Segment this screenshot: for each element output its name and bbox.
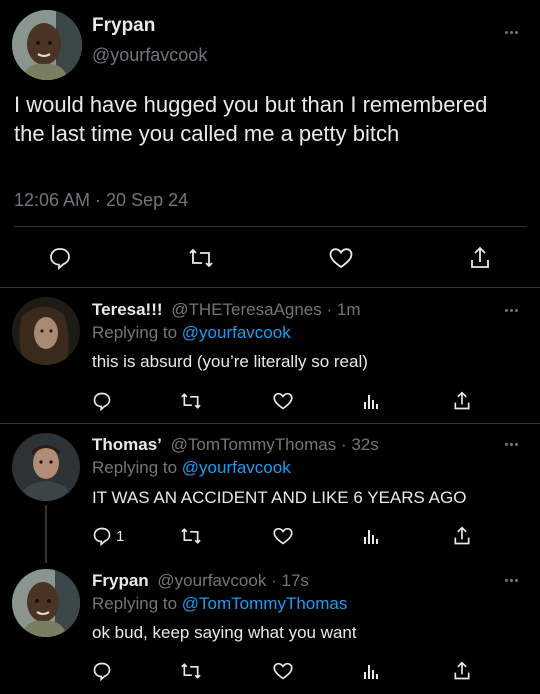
share-button[interactable] — [452, 660, 472, 682]
reply-header: Thomas’ @TomTommyThomas · 32s — [92, 435, 379, 455]
share-button[interactable] — [468, 245, 492, 271]
share-icon — [468, 245, 492, 271]
like-icon — [328, 246, 354, 270]
reply-icon — [92, 526, 112, 546]
reply-icon — [92, 391, 112, 411]
like-icon — [272, 526, 294, 546]
separator: · — [340, 435, 347, 454]
more-options-icon[interactable] — [505, 31, 518, 34]
separator: · — [326, 300, 333, 319]
reply-button[interactable]: 1 — [92, 526, 124, 546]
replying-to-handle[interactable]: @TomTommyThomas — [182, 594, 348, 613]
retweet-button[interactable] — [180, 391, 202, 411]
like-button[interactable] — [328, 246, 354, 270]
share-icon — [452, 525, 472, 547]
more-options-icon[interactable] — [505, 309, 518, 312]
action-divider — [14, 226, 526, 227]
like-icon — [272, 391, 294, 411]
analytics-button[interactable] — [362, 526, 380, 546]
share-button[interactable] — [452, 525, 472, 547]
thread-line — [45, 505, 47, 563]
retweet-icon — [188, 246, 214, 270]
reply-button[interactable] — [48, 246, 72, 270]
replying-label: Replying to — [92, 323, 178, 342]
avatar[interactable] — [12, 10, 82, 80]
divider — [0, 423, 540, 424]
reply-time[interactable]: 1m — [337, 300, 361, 319]
like-button[interactable] — [272, 526, 294, 546]
more-options-icon[interactable] — [505, 579, 518, 582]
more-options-icon[interactable] — [505, 443, 518, 446]
reply-time[interactable]: 17s — [281, 571, 308, 590]
avatar[interactable] — [12, 433, 80, 501]
reply-count: 1 — [116, 527, 125, 545]
reply-icon — [92, 661, 112, 681]
reply-button[interactable] — [92, 661, 118, 681]
like-icon — [272, 661, 294, 681]
separator: · — [271, 571, 277, 590]
tweet-text: I would have hugged you but than I remem… — [14, 92, 488, 146]
replying-label: Replying to — [92, 594, 178, 613]
display-name[interactable]: Teresa!!! — [92, 300, 163, 319]
share-icon — [452, 390, 472, 412]
retweet-button[interactable] — [180, 661, 202, 681]
tweet-timestamp: 12:06 AM · 20 Sep 24 — [14, 190, 189, 210]
avatar[interactable] — [12, 569, 80, 637]
retweet-button[interactable] — [188, 246, 214, 270]
analytics-button[interactable] — [362, 661, 380, 681]
divider — [0, 287, 540, 288]
retweet-icon — [180, 526, 202, 546]
reply-header: Teresa!!! @THETeresaAgnes · 1m — [92, 300, 361, 320]
like-button[interactable] — [272, 661, 294, 681]
reply-text: this is absurd (you’re literally so real… — [92, 352, 368, 371]
share-icon — [452, 660, 472, 682]
reply-button[interactable] — [92, 391, 118, 411]
reply-header: Frypan @yourfavcook · 17s — [92, 571, 309, 591]
retweet-button[interactable] — [180, 526, 202, 546]
analytics-icon — [362, 526, 380, 546]
avatar[interactable] — [12, 297, 80, 365]
share-button[interactable] — [452, 390, 472, 412]
handle[interactable]: @TomTommyThomas — [171, 435, 337, 454]
retweet-icon — [180, 661, 202, 681]
handle[interactable]: @yourfavcook — [92, 45, 207, 66]
replying-to: Replying to @yourfavcook — [92, 458, 291, 478]
analytics-icon — [362, 661, 380, 681]
handle[interactable]: @THETeresaAgnes — [171, 300, 322, 319]
replying-to: Replying to @yourfavcook — [92, 323, 291, 343]
analytics-icon — [362, 391, 380, 411]
replying-to-handle[interactable]: @yourfavcook — [182, 323, 291, 342]
replying-to: Replying to @TomTommyThomas — [92, 594, 347, 614]
reply-time[interactable]: 32s — [351, 435, 378, 454]
analytics-button[interactable] — [362, 391, 380, 411]
reply-icon — [48, 246, 72, 270]
like-button[interactable] — [272, 391, 294, 411]
display-name[interactable]: Frypan — [92, 15, 155, 37]
replying-to-handle[interactable]: @yourfavcook — [182, 458, 291, 477]
reply-text: ok bud, keep saying what you want — [92, 623, 357, 642]
handle[interactable]: @yourfavcook — [157, 571, 266, 590]
retweet-icon — [180, 391, 202, 411]
replying-label: Replying to — [92, 458, 178, 477]
display-name[interactable]: Thomas’ — [92, 435, 162, 454]
display-name[interactable]: Frypan — [92, 571, 149, 590]
reply-text: IT WAS AN ACCIDENT AND LIKE 6 YEARS AGO — [92, 488, 467, 507]
